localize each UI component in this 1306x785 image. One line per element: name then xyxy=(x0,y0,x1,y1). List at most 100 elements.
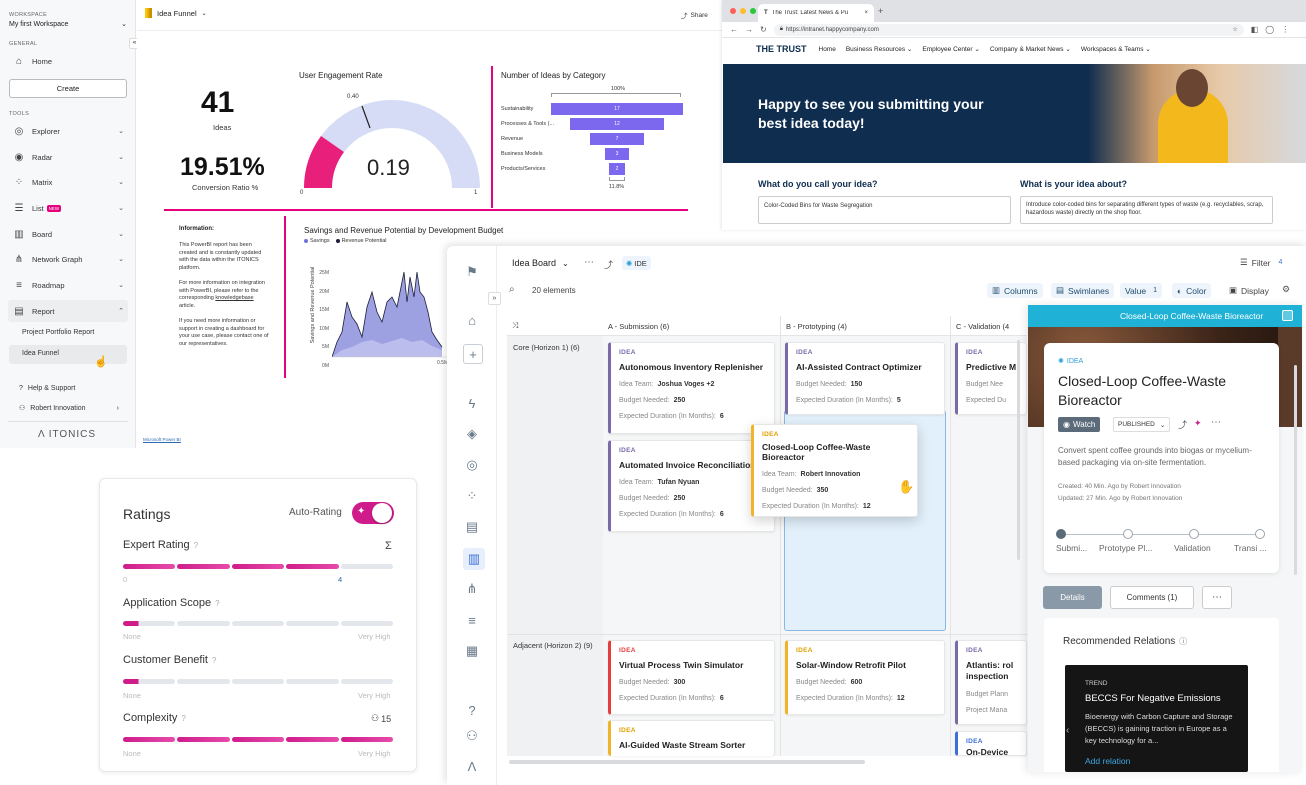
tab-comments[interactable]: Comments (1) xyxy=(1110,586,1194,609)
stage-dot-current[interactable] xyxy=(1056,529,1066,539)
collapse-lanes-icon[interactable]: ⤨ xyxy=(512,321,518,331)
sidebar-item-network-graph[interactable]: ⋔ Network Graph ⌄ xyxy=(8,248,128,270)
trend-card[interactable]: TREND BECCS For Negative Emissions Bioen… xyxy=(1065,665,1248,772)
rail-expand-icon[interactable]: » xyxy=(488,292,501,305)
reload-icon[interactable]: ↻ xyxy=(760,25,767,34)
user-menu[interactable]: ⚇ Robert Innovation › xyxy=(19,404,119,413)
board-icon[interactable]: ▥ xyxy=(463,548,485,570)
idea-card[interactable]: IDEA Automated Invoice Reconciliation Id… xyxy=(608,440,775,532)
back-icon[interactable]: ← xyxy=(730,25,738,34)
complexity-bar[interactable] xyxy=(123,737,394,742)
column-header-c[interactable]: C - Validation (4 xyxy=(956,322,1026,331)
browser-tab[interactable]: T The Trust: Latest News & Pu × xyxy=(758,4,874,22)
sidebar-item-board[interactable]: ▥ Board ⌄ xyxy=(8,223,128,245)
nav-link-home[interactable]: Home xyxy=(819,46,836,53)
radar-icon[interactable]: ◎ xyxy=(463,456,481,474)
knowledgebase-link[interactable]: knowledgebase xyxy=(215,295,253,301)
idea-card[interactable]: IDEA AI-Assisted Contract Optimizer Budg… xyxy=(785,342,945,415)
user-icon[interactable]: ⚇ xyxy=(463,727,481,745)
flag-icon[interactable]: ⚑ xyxy=(463,263,481,281)
more-options-icon[interactable]: ⋯ xyxy=(584,257,594,268)
list-icon[interactable]: ▤ xyxy=(463,518,481,536)
panel-icon[interactable] xyxy=(1282,310,1293,321)
dragged-idea-card[interactable]: IDEA Closed-Loop Coffee-Waste Bioreactor… xyxy=(751,424,918,517)
sidebar-item-list[interactable]: ☰ List NEW ⌄ xyxy=(8,197,128,219)
stage-dot[interactable] xyxy=(1255,529,1265,539)
search-icon[interactable]: ⌕ xyxy=(509,284,515,295)
value-button[interactable]: Value 1 xyxy=(1120,283,1163,298)
add-icon[interactable]: + xyxy=(463,344,483,364)
idea-card[interactable]: IDEA Autonomous Inventory Replenisher Id… xyxy=(608,342,775,434)
detail-scrollbar[interactable] xyxy=(1294,365,1297,575)
sidebar-item-explorer[interactable]: ◎ Explorer ⌄ xyxy=(8,120,128,142)
idea-card[interactable]: IDEA On-Device xyxy=(955,731,1027,756)
help-icon[interactable]: ? xyxy=(212,656,216,665)
powerbi-footer-link[interactable]: Microsoft Power BI xyxy=(143,437,181,442)
help-icon[interactable]: ? xyxy=(463,701,481,719)
tab-details[interactable]: Details xyxy=(1043,586,1102,609)
lane-header-adjacent[interactable]: Adjacent (Horizon 2) (9) xyxy=(513,641,593,650)
sidebar-item-report[interactable]: ▤ Report ⌃ xyxy=(8,300,128,322)
new-tab-icon[interactable]: + xyxy=(878,6,883,16)
color-button[interactable]: ◐ Color xyxy=(1172,283,1212,298)
swimlanes-button[interactable]: ▤ Swimlanes xyxy=(1051,283,1115,298)
info-icon[interactable]: ⓘ xyxy=(1179,636,1187,647)
carousel-prev-icon[interactable]: ‹ xyxy=(1066,725,1069,736)
display-button[interactable]: ▣ Display xyxy=(1224,283,1274,298)
bookmark-star-icon[interactable]: ☆ xyxy=(1232,26,1237,33)
settings-sliders-icon[interactable]: ⚙ xyxy=(1282,284,1290,295)
sidebar-item-roadmap[interactable]: ≡ Roadmap ⌄ xyxy=(8,274,128,296)
share-icon[interactable]: ⤴ xyxy=(604,258,613,271)
ide-tag[interactable]: ✺ IDE xyxy=(622,256,651,270)
minimize-window-icon[interactable] xyxy=(740,8,746,14)
create-button[interactable]: Create xyxy=(9,79,127,98)
workspace-selector[interactable]: My first Workspace ⌄ xyxy=(9,20,127,29)
help-icon[interactable]: ? xyxy=(215,599,219,608)
help-icon[interactable]: ? xyxy=(194,541,198,550)
board-title-selector[interactable]: Idea Board ⌄ xyxy=(512,258,569,268)
sidebar-subitem-idea-funnel[interactable]: Idea Funnel xyxy=(9,345,127,364)
stage-dot[interactable] xyxy=(1189,529,1199,539)
sidebar-item-radar[interactable]: ◉ Radar ⌄ xyxy=(8,146,128,168)
stage-dot[interactable] xyxy=(1123,529,1133,539)
intranet-brand-logo[interactable]: THE TRUST xyxy=(756,44,807,54)
watch-button[interactable]: ◉ Watch xyxy=(1058,417,1101,432)
sidebar-toggle-icon[interactable]: ◧ xyxy=(1251,25,1259,34)
column-header-b[interactable]: B - Prototyping (4) xyxy=(786,322,847,331)
ai-sparkle-icon[interactable]: ✦ xyxy=(1194,418,1202,429)
nav-link-company-news[interactable]: Company & Market News ⌄ xyxy=(990,45,1071,53)
filter-button[interactable]: ☰ Filter 4 xyxy=(1240,257,1282,268)
columns-button[interactable]: ▥ Columns xyxy=(987,283,1043,298)
horizontal-scrollbar[interactable] xyxy=(509,760,865,764)
help-support-link[interactable]: ? Help & Support xyxy=(19,385,75,392)
close-window-icon[interactable] xyxy=(730,8,736,14)
sidebar-subitem-project-portfolio[interactable]: Project Portfolio Report xyxy=(22,329,94,336)
expert-rating-bar[interactable] xyxy=(123,564,394,569)
vertical-scrollbar[interactable] xyxy=(1017,340,1020,560)
add-relation-link[interactable]: Add relation xyxy=(1085,756,1130,766)
sidebar-item-matrix[interactable]: ⁘ Matrix ⌄ xyxy=(8,171,128,193)
nav-link-workspaces-teams[interactable]: Workspaces & Teams ⌄ xyxy=(1081,45,1151,53)
column-header-a[interactable]: A - Submission (6) xyxy=(608,322,669,331)
status-dropdown[interactable]: PUBLISHED ⌄ xyxy=(1113,417,1171,432)
auto-rating-toggle[interactable]: ✦ xyxy=(352,502,394,524)
share-button[interactable]: ⤴ Share xyxy=(681,10,708,21)
idea-name-field[interactable]: Color-Coded Bins for Waste Segregation xyxy=(758,196,1011,224)
close-tab-icon[interactable]: × xyxy=(864,10,868,16)
address-bar[interactable]: 🔒︎ https://intranet.happycompany.com ☆ xyxy=(773,23,1244,36)
idea-card[interactable]: IDEA AI-Guided Waste Stream Sorter xyxy=(608,720,775,756)
maximize-window-icon[interactable] xyxy=(750,8,756,14)
explorer-icon[interactable]: ◈ xyxy=(463,425,481,443)
browser-menu-icon[interactable]: ⋮ xyxy=(1281,25,1289,34)
nav-link-employee-center[interactable]: Employee Center ⌄ xyxy=(922,45,980,53)
report-icon[interactable]: ▦ xyxy=(463,642,481,660)
network-graph-icon[interactable]: ⋔ xyxy=(463,580,481,598)
matrix-icon[interactable]: ⁘ xyxy=(463,487,481,505)
idea-card[interactable]: IDEA Atlantis: rol inspection Budget Pla… xyxy=(955,640,1027,725)
help-icon[interactable]: ? xyxy=(181,714,185,723)
lightning-icon[interactable]: ϟ xyxy=(463,394,481,412)
forward-icon[interactable]: → xyxy=(745,25,753,34)
idea-about-field[interactable]: Introduce color-coded bins for separatin… xyxy=(1020,196,1273,224)
application-scope-bar[interactable] xyxy=(123,621,394,626)
tab-more-button[interactable]: ⋯ xyxy=(1202,586,1232,609)
